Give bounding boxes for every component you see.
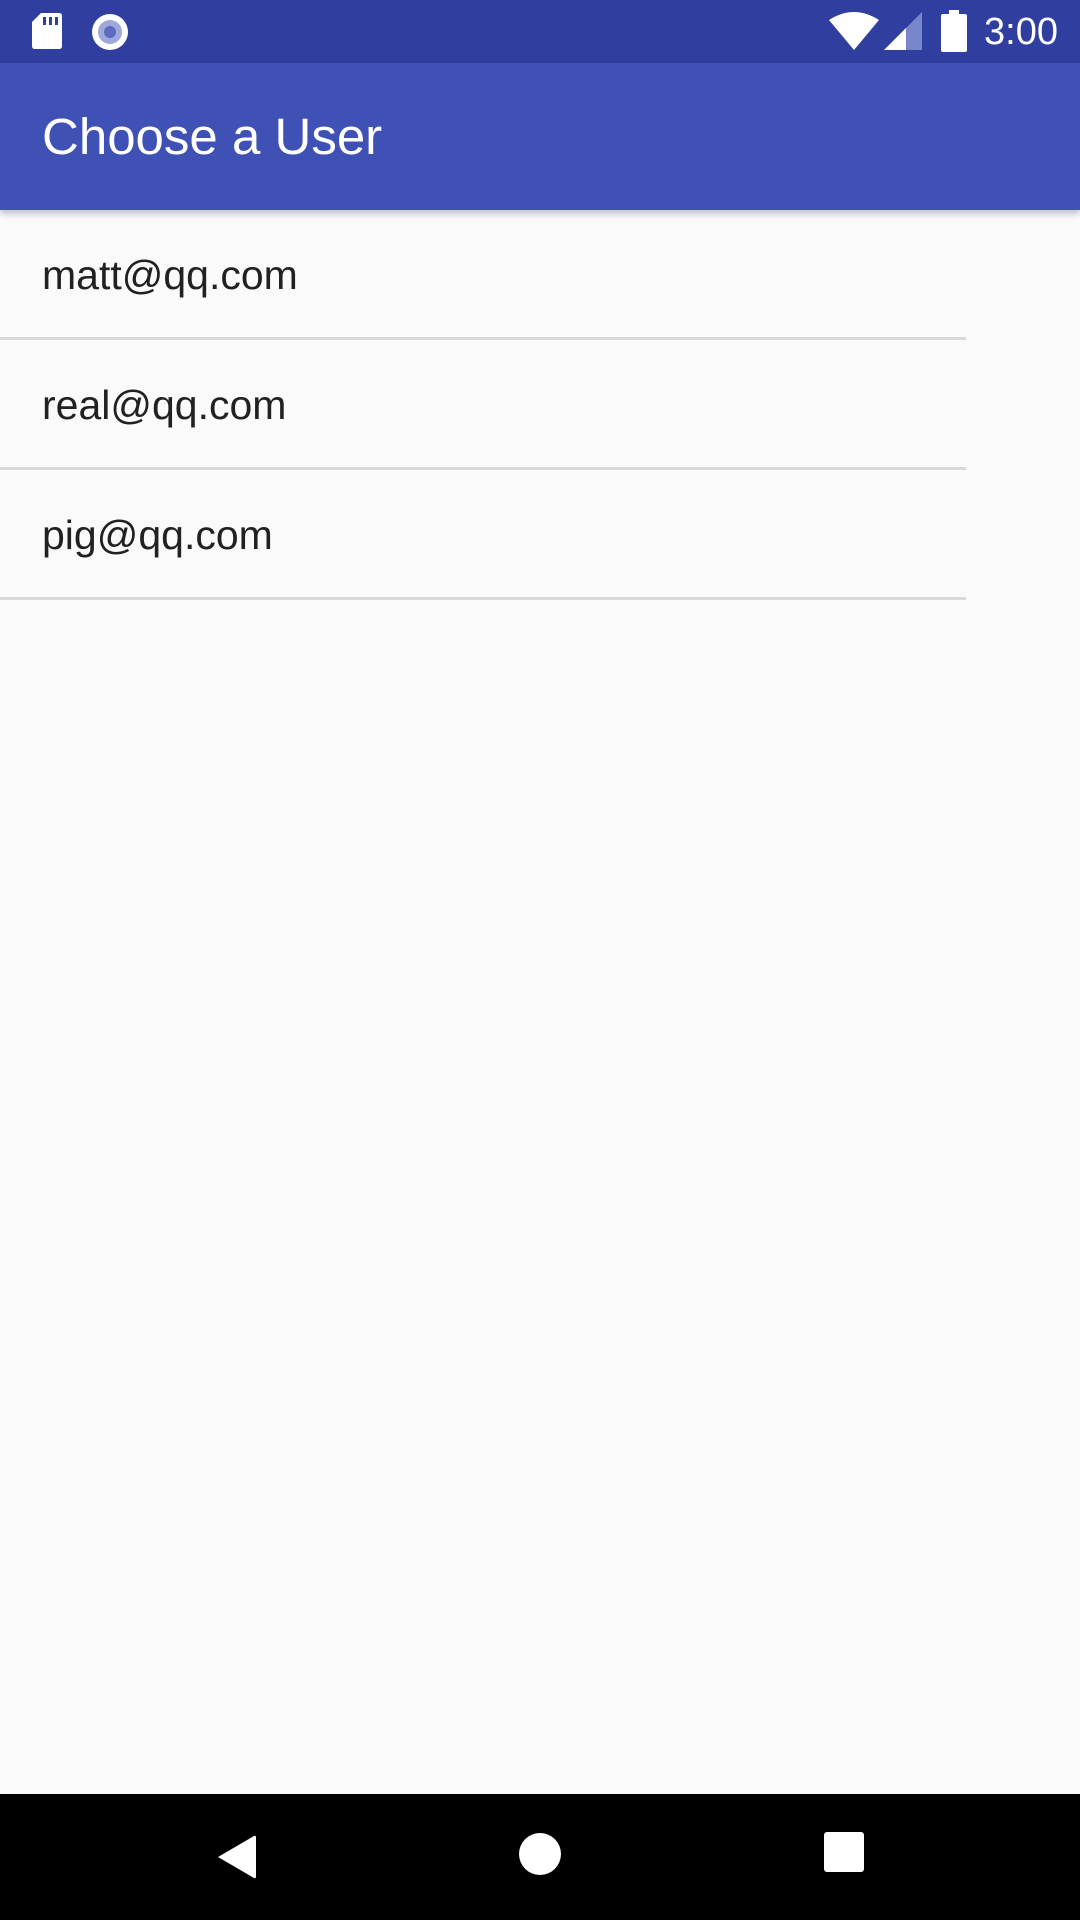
status-clock: 3:00 <box>984 11 1058 53</box>
recents-icon[interactable] <box>823 1831 865 1873</box>
list-item[interactable]: pig@qq.com <box>0 470 966 600</box>
home-icon[interactable] <box>517 1831 563 1877</box>
back-icon[interactable] <box>214 1832 258 1882</box>
user-email: matt@qq.com <box>42 252 298 298</box>
list-item[interactable]: real@qq.com <box>0 340 966 470</box>
screen: 3:00 Choose a User matt@qq.com real@qq.c… <box>0 0 1080 1920</box>
record-icon <box>92 14 128 50</box>
sd-card-icon <box>32 13 62 49</box>
signal-icon <box>884 12 922 50</box>
user-list: matt@qq.com real@qq.com pig@qq.com <box>0 210 966 600</box>
list-item[interactable]: matt@qq.com <box>0 210 966 340</box>
user-email: pig@qq.com <box>42 512 273 558</box>
page-title: Choose a User <box>42 108 383 165</box>
battery-icon <box>941 10 967 52</box>
wifi-icon <box>829 12 879 50</box>
user-email: real@qq.com <box>42 382 287 428</box>
app-bar: Choose a User <box>0 63 1080 210</box>
navigation-bar <box>0 1794 1080 1920</box>
status-bar: 3:00 <box>0 0 1080 63</box>
